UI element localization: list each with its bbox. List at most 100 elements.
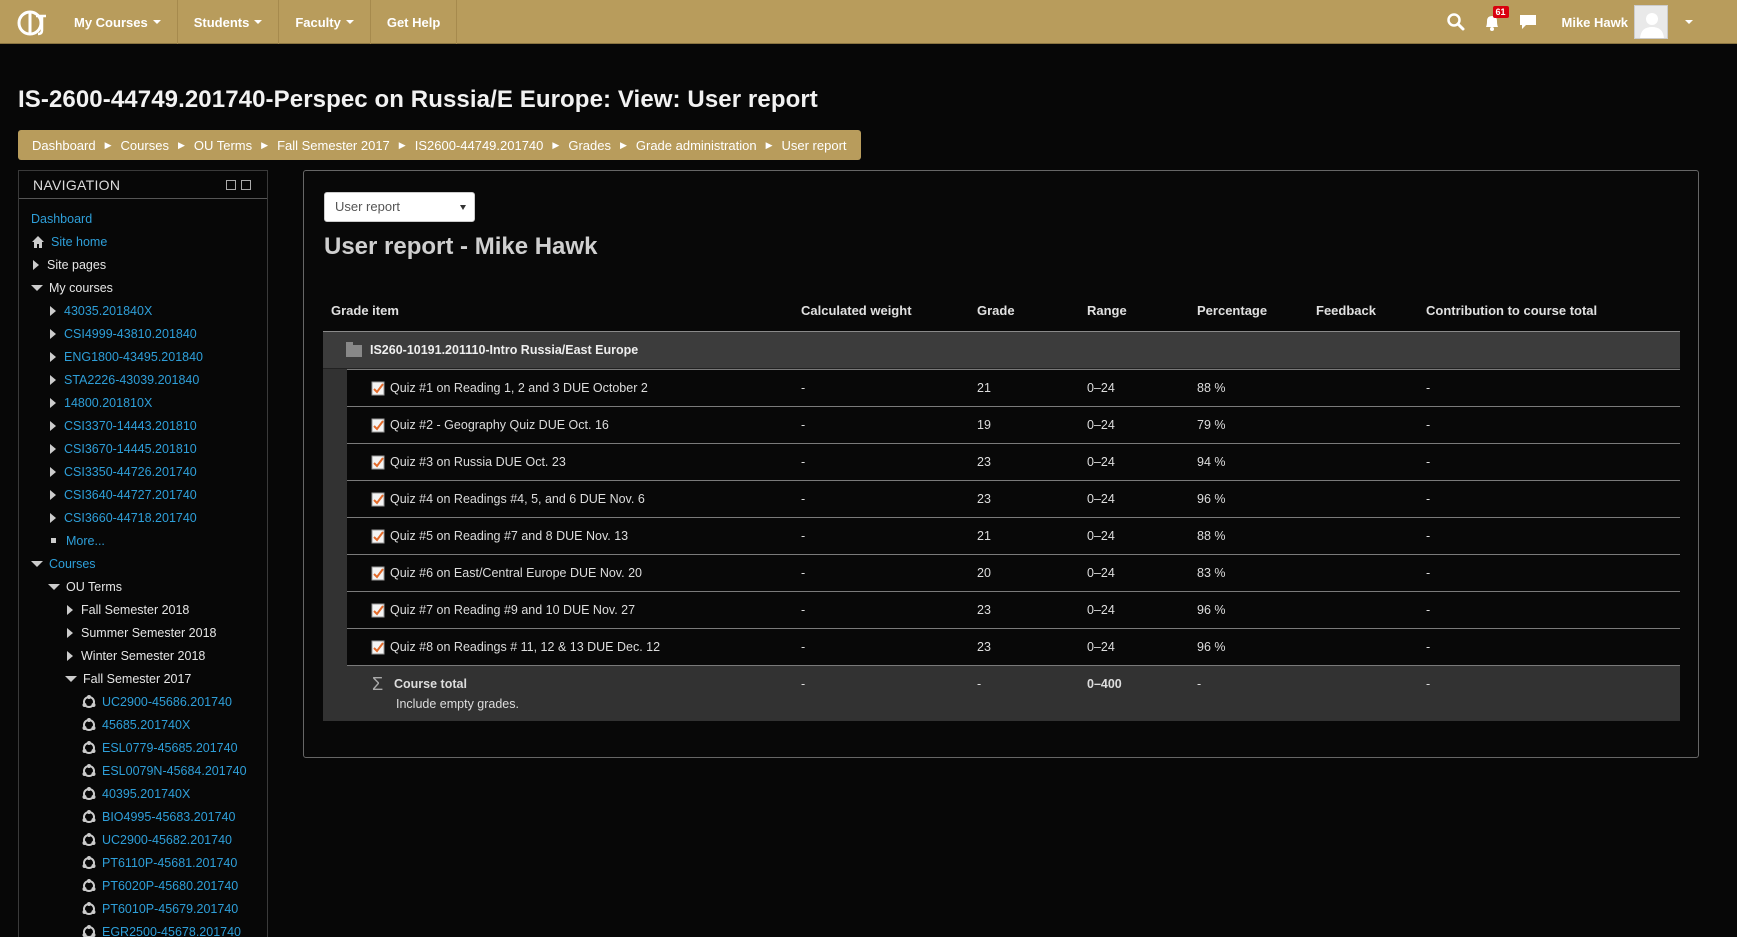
nav-item-uc2900-45682-201740[interactable]: UC2900-45682.201740 — [19, 828, 267, 851]
nav-item-site-pages[interactable]: Site pages — [19, 253, 267, 276]
course-icon — [82, 924, 96, 937]
nav-item-dashboard[interactable]: Dashboard — [19, 207, 267, 230]
nav-item-fall-semester-2018[interactable]: Fall Semester 2018 — [19, 598, 267, 621]
nav-item-site-home[interactable]: Site home — [19, 230, 267, 253]
quiz-icon — [371, 640, 385, 655]
nav-item-pt6010p-45679-201740[interactable]: PT6010P-45679.201740 — [19, 897, 267, 920]
nav-item-winter-semester-2018[interactable]: Winter Semester 2018 — [19, 644, 267, 667]
expand-arrow-icon — [50, 512, 56, 523]
nav-item-label: CSI4999-43810.201840 — [64, 326, 197, 341]
report-type-select[interactable]: User report — [324, 192, 475, 222]
menu-get-help[interactable]: Get Help — [371, 0, 458, 44]
breadcrumb-item-dashboard[interactable]: Dashboard — [32, 138, 96, 153]
avatar[interactable] — [1634, 5, 1668, 39]
nav-item-egr2500-45678-201740[interactable]: EGR2500-45678.201740 — [19, 920, 267, 937]
cell-percentage: 96 % — [1197, 603, 1226, 617]
nav-item-label: STA2226-43039.201840 — [64, 372, 200, 387]
breadcrumb-separator-icon: ▶ — [552, 139, 560, 150]
messages-icon[interactable] — [1518, 12, 1538, 32]
nav-item-label: UC2900-45682.201740 — [102, 832, 232, 847]
nav-item-label: CSI3640-44727.201740 — [64, 487, 197, 502]
category-row: IS260-10191.201110-Intro Russia/East Eur… — [323, 332, 1680, 369]
nav-item-csi3640-44727-201740[interactable]: CSI3640-44727.201740 — [19, 483, 267, 506]
nav-item-fall-semester-2017[interactable]: Fall Semester 2017 — [19, 667, 267, 690]
breadcrumb-item-fall-semester-2017[interactable]: Fall Semester 2017 — [277, 138, 390, 153]
cell-percentage: 79 % — [1197, 418, 1226, 432]
table-row: Quiz #4 on Readings #4, 5, and 6 DUE Nov… — [323, 480, 1680, 517]
menu-my-courses[interactable]: My Courses — [58, 0, 178, 44]
folder-icon — [346, 342, 362, 357]
course-total-note: Include empty grades. — [396, 697, 519, 711]
nav-item-csi3660-44718-201740[interactable]: CSI3660-44718.201740 — [19, 506, 267, 529]
grade-item-link[interactable]: Quiz #2 - Geography Quiz DUE Oct. 16 — [390, 418, 609, 432]
user-menu-chevron-down-icon[interactable] — [1685, 20, 1693, 24]
nav-item-pt6020p-45680-201740[interactable]: PT6020P-45680.201740 — [19, 874, 267, 897]
cell-percentage: 88 % — [1197, 381, 1226, 395]
nav-item-43035-201840x[interactable]: 43035.201840X — [19, 299, 267, 322]
nav-item-label: More... — [66, 533, 105, 548]
nav-item-courses[interactable]: Courses — [19, 552, 267, 575]
user-name[interactable]: Mike Hawk — [1562, 15, 1628, 30]
course-icon — [82, 809, 96, 823]
menu-label: Students — [193, 14, 250, 30]
expand-arrow-icon — [50, 351, 56, 362]
collapse-arrow-icon — [31, 560, 43, 567]
ou-logo-icon[interactable] — [16, 6, 48, 38]
grade-item-link[interactable]: Quiz #4 on Readings #4, 5, and 6 DUE Nov… — [390, 492, 645, 506]
nav-item-label: BIO4995-45683.201740 — [102, 809, 236, 824]
dock-block-icon[interactable] — [241, 180, 251, 190]
nav-item-pt6110p-45681-201740[interactable]: PT6110P-45681.201740 — [19, 851, 267, 874]
expand-arrow-icon — [67, 604, 73, 615]
nav-item-sta2226-43039-201840[interactable]: STA2226-43039.201840 — [19, 368, 267, 391]
breadcrumb-item-grades[interactable]: Grades — [568, 138, 611, 153]
nav-item-my-courses[interactable]: My courses — [19, 276, 267, 299]
grade-item-link[interactable]: Quiz #8 on Readings # 11, 12 & 13 DUE De… — [390, 640, 660, 654]
breadcrumb-separator-icon: ▶ — [104, 139, 112, 150]
cell-contribution: - — [1426, 529, 1431, 543]
nav-item-esl0779-45685-201740[interactable]: ESL0779-45685.201740 — [19, 736, 267, 759]
nav-item-label: Site home — [51, 234, 108, 249]
menu-students[interactable]: Students — [178, 0, 280, 44]
nav-item-csi3670-14445-201810[interactable]: CSI3670-14445.201810 — [19, 437, 267, 460]
navigation-header: NAVIGATION — [19, 171, 267, 199]
grade-item-link[interactable]: Quiz #7 on Reading #9 and 10 DUE Nov. 27 — [390, 603, 635, 617]
course-icon — [82, 694, 96, 708]
chevron-down-icon — [345, 20, 354, 24]
collapse-block-icon[interactable] — [226, 180, 236, 190]
main-region: User report User report - Mike Hawk Grad… — [303, 170, 1699, 758]
nav-item-label: Site pages — [47, 257, 107, 272]
menu-faculty[interactable]: Faculty — [279, 0, 371, 44]
nav-item-csi3370-14443-201810[interactable]: CSI3370-14443.201810 — [19, 414, 267, 437]
nav-item-label: CSI3350-44726.201740 — [64, 464, 197, 479]
nav-item-eng1800-43495-201840[interactable]: ENG1800-43495.201840 — [19, 345, 267, 368]
nav-item-label: 14800.201810X — [64, 395, 153, 410]
navigation-tree: Dashboard Site home Site pages My courses 43… — [19, 199, 267, 937]
nav-item-14800-201810x[interactable]: 14800.201810X — [19, 391, 267, 414]
grade-item-link[interactable]: Quiz #1 on Reading 1, 2 and 3 DUE Octobe… — [390, 381, 648, 395]
breadcrumb-item-ou-terms[interactable]: OU Terms — [194, 138, 252, 153]
nav-item-bio4995-45683-201740[interactable]: BIO4995-45683.201740 — [19, 805, 267, 828]
breadcrumb-item-user-report[interactable]: User report — [781, 138, 846, 153]
category-name: IS260-10191.201110-Intro Russia/East Eur… — [370, 343, 639, 357]
cell-weight: - — [801, 492, 806, 506]
nav-item-esl0079n-45684-201740[interactable]: ESL0079N-45684.201740 — [19, 759, 267, 782]
cell-percentage: 94 % — [1197, 455, 1226, 469]
nav-item-summer-semester-2018[interactable]: Summer Semester 2018 — [19, 621, 267, 644]
nav-item-more[interactable]: More... — [19, 529, 267, 552]
nav-item-csi4999-43810-201840[interactable]: CSI4999-43810.201840 — [19, 322, 267, 345]
grade-item-link[interactable]: Quiz #6 on East/Central Europe DUE Nov. … — [390, 566, 642, 580]
search-icon[interactable] — [1446, 12, 1466, 32]
course-total-grade: - — [977, 677, 982, 691]
nav-item-ou-terms[interactable]: OU Terms — [19, 575, 267, 598]
menu-label: My Courses — [74, 14, 148, 30]
nav-item-csi3350-44726-201740[interactable]: CSI3350-44726.201740 — [19, 460, 267, 483]
breadcrumb-item-is2600-44749-201740[interactable]: IS2600-44749.201740 — [415, 138, 544, 153]
breadcrumb-item-courses[interactable]: Courses — [121, 138, 169, 153]
nav-item-uc2900-45686-201740[interactable]: UC2900-45686.201740 — [19, 690, 267, 713]
nav-item-40395-201740x[interactable]: 40395.201740X — [19, 782, 267, 805]
notifications-button[interactable]: 61 — [1482, 6, 1509, 32]
grade-item-link[interactable]: Quiz #3 on Russia DUE Oct. 23 — [390, 455, 566, 469]
breadcrumb-item-grade-administration[interactable]: Grade administration — [636, 138, 757, 153]
grade-item-link[interactable]: Quiz #5 on Reading #7 and 8 DUE Nov. 13 — [390, 529, 628, 543]
nav-item-45685-201740x[interactable]: 45685.201740X — [19, 713, 267, 736]
